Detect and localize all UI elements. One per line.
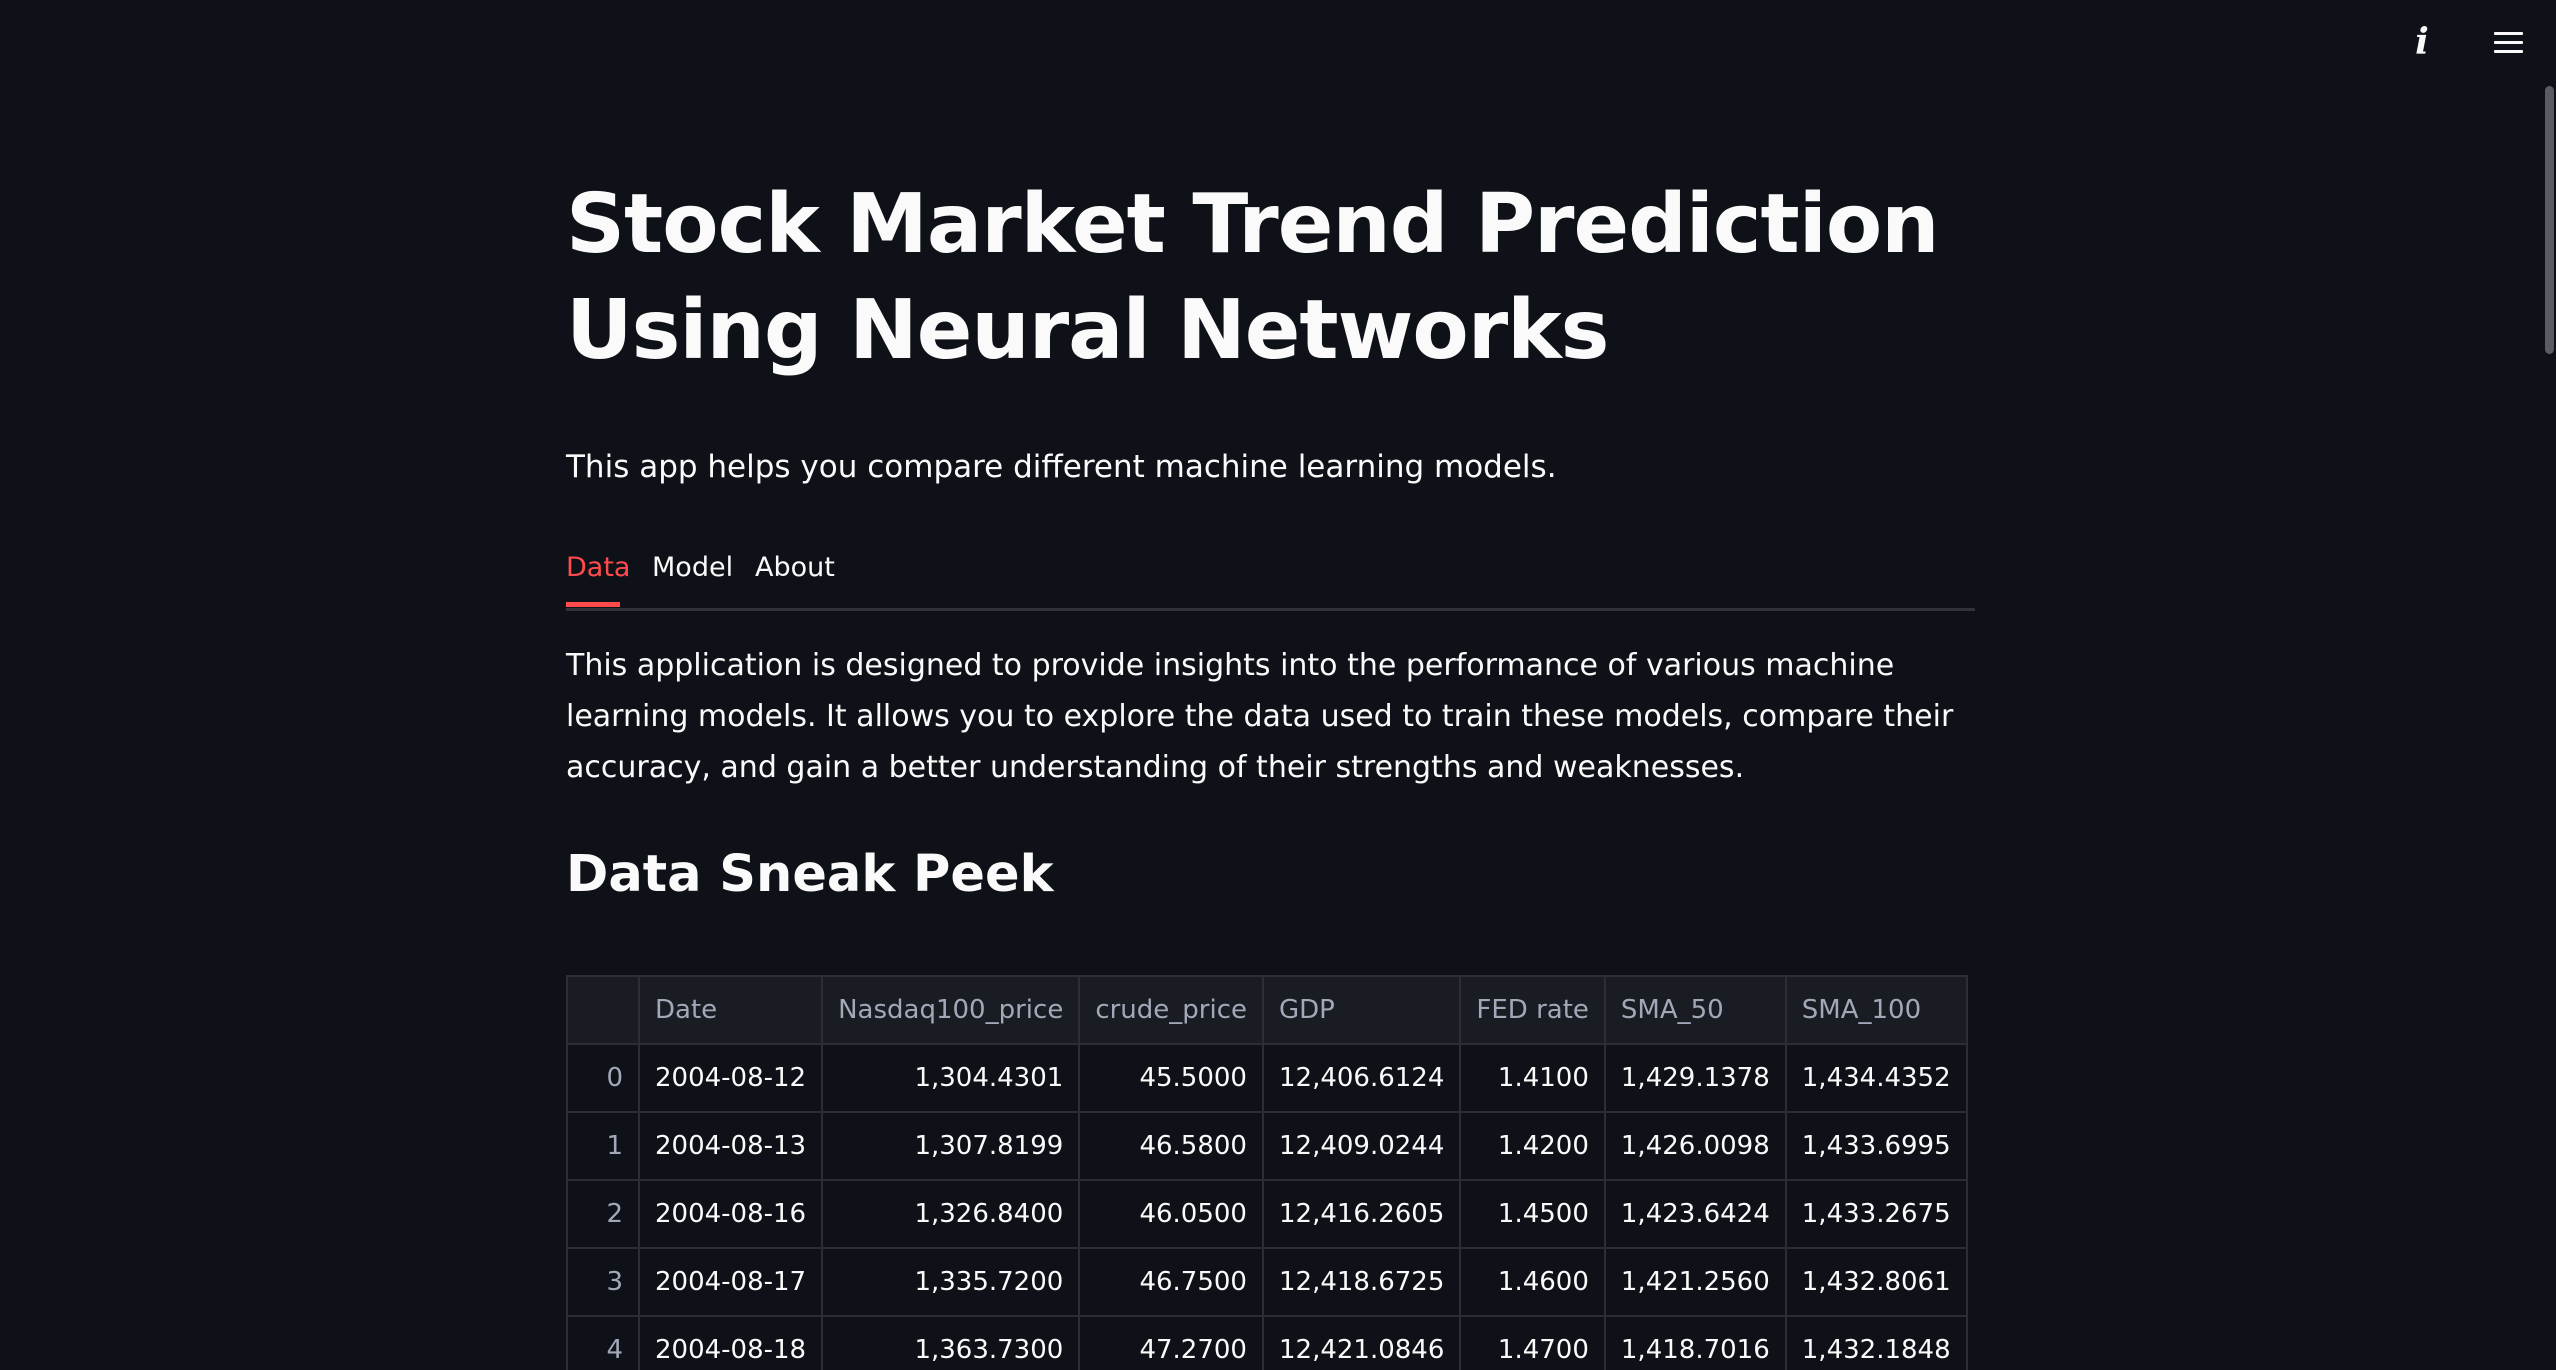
tab-model[interactable]: Model xyxy=(652,548,733,588)
tab-bar: Data Model About xyxy=(566,540,1975,611)
cell-nasdaq100-price: 1,307.8199 xyxy=(821,1111,1081,1181)
cell-sma-100: 1,432.1848 xyxy=(1784,1315,1968,1370)
cell-gdp: 12,409.0244 xyxy=(1261,1111,1462,1181)
section-heading: Data Sneak Peek xyxy=(566,845,1054,904)
cell-nasdaq100-price: 1,335.7200 xyxy=(821,1247,1081,1317)
scrollbar-thumb[interactable] xyxy=(2545,86,2554,354)
menu-line xyxy=(2494,41,2523,44)
hamburger-menu-icon[interactable] xyxy=(2484,22,2532,66)
menu-line xyxy=(2494,50,2523,53)
cell-gdp: 12,416.2605 xyxy=(1261,1179,1462,1249)
table-row: 3 2004-08-17 1,335.7200 46.7500 12,418.6… xyxy=(566,1247,1968,1317)
table-row: 0 2004-08-12 1,304.4301 45.5000 12,406.6… xyxy=(566,1043,1968,1113)
cell-crude-price: 46.7500 xyxy=(1078,1247,1264,1317)
cell-date: 2004-08-13 xyxy=(637,1111,824,1181)
cell-nasdaq100-price: 1,304.4301 xyxy=(821,1043,1081,1113)
row-index: 3 xyxy=(566,1247,640,1317)
tab-about[interactable]: About xyxy=(755,548,835,588)
column-header-nasdaq100-price[interactable]: Nasdaq100_price xyxy=(821,975,1081,1045)
cell-gdp: 12,418.6725 xyxy=(1261,1247,1462,1317)
cell-sma-50: 1,418.7016 xyxy=(1603,1315,1787,1370)
cell-sma-100: 1,434.4352 xyxy=(1784,1043,1968,1113)
app-root: i Stock Market Trend Prediction Using Ne… xyxy=(0,0,2556,1370)
cell-sma-50: 1,423.6424 xyxy=(1603,1179,1787,1249)
cell-fed-rate: 1.4600 xyxy=(1459,1247,1606,1317)
cell-fed-rate: 1.4100 xyxy=(1459,1043,1606,1113)
cell-sma-50: 1,429.1378 xyxy=(1603,1043,1787,1113)
cell-date: 2004-08-17 xyxy=(637,1247,824,1317)
cell-fed-rate: 1.4500 xyxy=(1459,1179,1606,1249)
column-header-sma-50[interactable]: SMA_50 xyxy=(1603,975,1787,1045)
column-header-date[interactable]: Date xyxy=(637,975,824,1045)
cell-nasdaq100-price: 1,363.7300 xyxy=(821,1315,1081,1370)
active-tab-indicator xyxy=(566,602,620,607)
cell-nasdaq100-price: 1,326.8400 xyxy=(821,1179,1081,1249)
column-header-crude-price[interactable]: crude_price xyxy=(1078,975,1264,1045)
dataframe-container[interactable]: Date Nasdaq100_price crude_price GDP FED… xyxy=(566,975,1968,1370)
cell-crude-price: 46.0500 xyxy=(1078,1179,1264,1249)
row-index: 2 xyxy=(566,1179,640,1249)
cell-sma-50: 1,426.0098 xyxy=(1603,1111,1787,1181)
cell-crude-price: 47.2700 xyxy=(1078,1315,1264,1370)
cell-sma-50: 1,421.2560 xyxy=(1603,1247,1787,1317)
cell-gdp: 12,421.0846 xyxy=(1261,1315,1462,1370)
cell-sma-100: 1,433.2675 xyxy=(1784,1179,1968,1249)
row-index: 0 xyxy=(566,1043,640,1113)
cell-date: 2004-08-18 xyxy=(637,1315,824,1370)
table-row: 2 2004-08-16 1,326.8400 46.0500 12,416.2… xyxy=(566,1179,1968,1249)
info-icon[interactable]: i xyxy=(2400,20,2444,64)
row-index: 4 xyxy=(566,1315,640,1370)
column-header-sma-100[interactable]: SMA_100 xyxy=(1784,975,1968,1045)
app-description: This application is designed to provide … xyxy=(566,648,1954,785)
page-title: Stock Market Trend Prediction Using Neur… xyxy=(566,177,1940,378)
table-row: 1 2004-08-13 1,307.8199 46.5800 12,409.0… xyxy=(566,1111,1968,1181)
cell-sma-100: 1,433.6995 xyxy=(1784,1111,1968,1181)
cell-date: 2004-08-16 xyxy=(637,1179,824,1249)
column-header-gdp[interactable]: GDP xyxy=(1261,975,1462,1045)
column-header-fed-rate[interactable]: FED rate xyxy=(1459,975,1606,1045)
cell-sma-100: 1,432.8061 xyxy=(1784,1247,1968,1317)
cell-crude-price: 45.5000 xyxy=(1078,1043,1264,1113)
cell-fed-rate: 1.4200 xyxy=(1459,1111,1606,1181)
cell-gdp: 12,406.6124 xyxy=(1261,1043,1462,1113)
column-header-index[interactable] xyxy=(566,975,640,1045)
table-row: 4 2004-08-18 1,363.7300 47.2700 12,421.0… xyxy=(566,1315,1968,1370)
data-table: Date Nasdaq100_price crude_price GDP FED… xyxy=(566,975,1968,1370)
cell-crude-price: 46.5800 xyxy=(1078,1111,1264,1181)
table-header-row: Date Nasdaq100_price crude_price GDP FED… xyxy=(566,975,1968,1045)
row-index: 1 xyxy=(566,1111,640,1181)
cell-fed-rate: 1.4700 xyxy=(1459,1315,1606,1370)
menu-line xyxy=(2494,32,2523,35)
cell-date: 2004-08-12 xyxy=(637,1043,824,1113)
page-subtitle: This app helps you compare different mac… xyxy=(566,449,1557,485)
tab-data[interactable]: Data xyxy=(566,548,630,588)
